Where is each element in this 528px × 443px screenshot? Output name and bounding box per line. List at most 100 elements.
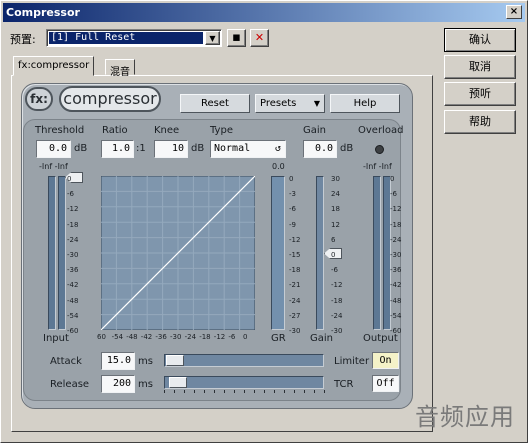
reset-button[interactable]: Reset xyxy=(180,94,250,113)
gr-meter-label: GR xyxy=(271,333,286,344)
preset-value: [1] Full Reset xyxy=(49,32,203,44)
floppy-icon: ▪ xyxy=(232,30,241,45)
plugin-help-button[interactable]: Help xyxy=(330,94,400,113)
transfer-curve-graph[interactable] xyxy=(101,176,255,330)
slider-tick xyxy=(304,390,305,393)
tcr-label: TCR xyxy=(334,379,354,390)
slider-tick xyxy=(224,390,225,393)
presets-label: Presets xyxy=(260,98,297,109)
release-slider[interactable] xyxy=(164,376,324,389)
scale-tick-label: 0 xyxy=(331,251,336,259)
scale-tick-label: 6 xyxy=(331,235,336,244)
scale-tick-label: -36 xyxy=(390,266,402,275)
graph-x-scale: 60 -54 -48 -42 -36 -30 -24 -18 -12 -6 0 xyxy=(97,334,259,344)
scale-tick-label: -12 xyxy=(390,205,402,214)
slider-tick xyxy=(244,390,245,393)
input-meter-label: Input xyxy=(43,333,69,344)
slider-tick xyxy=(204,390,205,393)
delete-preset-button[interactable]: ✕ xyxy=(250,29,269,47)
slider-tick xyxy=(254,390,255,393)
fx-logo: fx: xyxy=(25,87,53,111)
slider-tick xyxy=(194,390,195,393)
type-label: Type xyxy=(210,125,233,136)
close-button[interactable]: × xyxy=(506,5,522,19)
scale-tick-label: -30 xyxy=(67,251,79,259)
gain-reduction-meter xyxy=(271,176,285,330)
output-meter-left xyxy=(373,176,381,330)
graph-x-tick-label: -18 xyxy=(199,333,211,341)
slider-tick xyxy=(164,390,165,393)
ok-button[interactable]: 确认 xyxy=(444,28,516,52)
release-slider-ticks xyxy=(164,390,325,394)
scale-tick-label: -6 xyxy=(331,266,338,275)
slider-tick xyxy=(324,390,325,393)
compressor-window: Compressor × 预置: [1] Full Reset ▼ ▪ ✕ 确认… xyxy=(0,0,528,443)
delete-icon: ✕ xyxy=(254,31,265,44)
gain-slider-track[interactable] xyxy=(316,176,324,330)
attack-slider[interactable] xyxy=(164,354,324,367)
scale-tick-label: -36 xyxy=(67,266,79,275)
scale-tick-label: -6 xyxy=(67,190,74,199)
output-peak-readout: -Inf -Inf xyxy=(363,162,392,171)
watermark: 音频应用 xyxy=(415,403,515,431)
gr-peak-readout: 0.0 xyxy=(272,162,285,171)
attack-unit: ms xyxy=(138,356,153,367)
tab-label: fx:compressor xyxy=(18,60,90,71)
slider-tick xyxy=(174,390,175,393)
scale-tick-label: -15 xyxy=(289,251,301,259)
slider-tick xyxy=(214,390,215,393)
save-preset-button[interactable]: ▪ xyxy=(227,29,246,47)
knee-unit: dB xyxy=(191,143,205,154)
release-field[interactable]: 200 xyxy=(101,375,135,393)
chevron-down-icon[interactable]: ▼ xyxy=(205,31,220,45)
cancel-button[interactable]: 取消 xyxy=(444,55,516,79)
graph-x-tick-label: -24 xyxy=(184,333,197,341)
scale-tick-label: -54 xyxy=(390,311,402,320)
tcr-toggle[interactable]: Off xyxy=(372,375,399,392)
cycle-icon: ↺ xyxy=(274,143,281,154)
scale-tick-label: -48 xyxy=(390,296,402,305)
graph-x-tick-label: -30 xyxy=(170,333,182,341)
input-peak-readout: -Inf -Inf xyxy=(39,162,68,171)
release-slider-thumb[interactable] xyxy=(169,377,187,388)
preview-button[interactable]: 预听 xyxy=(444,82,516,106)
window-title: Compressor xyxy=(6,6,80,19)
threshold-label: Threshold xyxy=(35,125,85,136)
input-meter-left xyxy=(48,176,56,330)
input-meter-right xyxy=(58,176,66,330)
scale-tick-label: -42 xyxy=(390,281,402,290)
scale-tick-label: -48 xyxy=(67,296,79,305)
tab-mix[interactable]: 混音 xyxy=(105,59,135,78)
attack-slider-thumb[interactable] xyxy=(166,355,184,366)
graph-x-tick-label: -54 xyxy=(111,333,124,341)
scale-tick-label: -12 xyxy=(67,205,79,214)
help-button[interactable]: 帮助 xyxy=(444,110,516,134)
scale-tick-label: 30 xyxy=(331,175,340,183)
input-db-scale: 0 -6 -12 -18 -24 -30 -36 -42 -48 -54 -60 xyxy=(67,172,87,335)
presets-button[interactable]: Presets ▼ xyxy=(255,94,325,113)
threshold-field[interactable]: 0.0 xyxy=(36,140,71,158)
type-select[interactable]: Normal ↺ xyxy=(210,140,286,158)
scale-tick-label: -42 xyxy=(67,281,79,290)
scale-tick-label: -24 xyxy=(331,311,343,320)
plugin-name-logo: compressor xyxy=(59,86,161,112)
gain-scale: 30 24 18 12 6 0 -6 -12 -18 -24 -30 xyxy=(331,172,351,335)
attack-field[interactable]: 15.0 xyxy=(101,352,135,370)
tab-fx-compressor[interactable]: fx:compressor xyxy=(13,56,95,76)
knee-field[interactable]: 10 xyxy=(154,140,188,158)
limiter-toggle[interactable]: On xyxy=(372,352,399,369)
scale-tick-label: 18 xyxy=(331,205,340,214)
scale-tick-label: -18 xyxy=(390,220,402,229)
output-db-scale: 0 -6 -12 -18 -24 -30 -36 -42 -48 -54 -60 xyxy=(390,172,410,335)
graph-x-tick-label: 60 xyxy=(97,333,106,341)
preset-combo[interactable]: [1] Full Reset ▼ xyxy=(46,29,222,47)
scale-tick-label: 0 xyxy=(390,175,395,183)
ratio-field[interactable]: 1.0 xyxy=(101,140,134,158)
graph-x-tick-label: -6 xyxy=(228,333,236,341)
gain-field[interactable]: 0.0 xyxy=(303,140,337,158)
scale-tick-label: -12 xyxy=(289,235,301,244)
graph-x-tick-label: -42 xyxy=(140,333,153,341)
graph-x-tick-label: -12 xyxy=(213,333,226,341)
graph-x-tick-label: -48 xyxy=(126,333,138,341)
threshold-unit: dB xyxy=(74,143,88,154)
